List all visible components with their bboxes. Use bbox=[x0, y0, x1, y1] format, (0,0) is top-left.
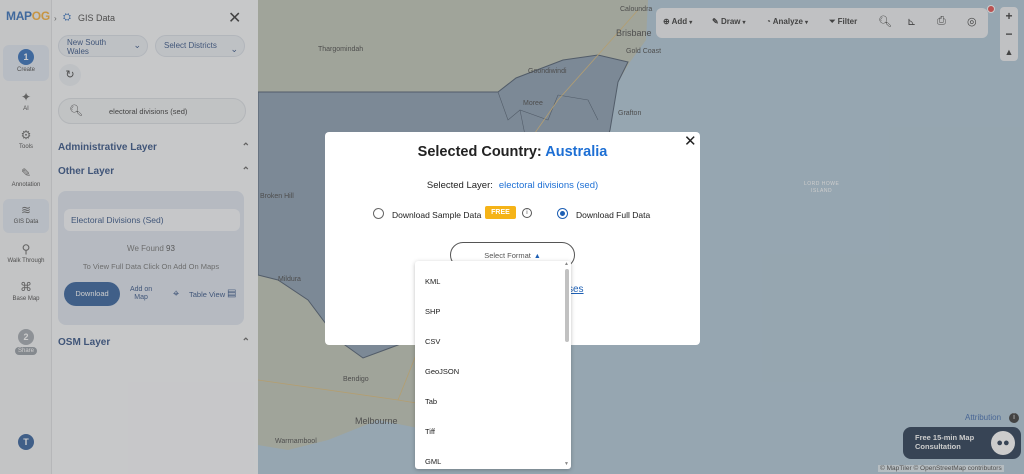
free-badge: FREE bbox=[485, 206, 516, 219]
scroll-up-icon[interactable]: ▲ bbox=[564, 261, 569, 267]
sample-data-label[interactable]: Download Sample Data bbox=[392, 210, 481, 220]
format-select-placeholder: Select Format bbox=[484, 251, 531, 260]
format-option-csv[interactable]: CSV bbox=[425, 337, 440, 346]
selected-country: Australia bbox=[545, 144, 608, 160]
full-data-label[interactable]: Download Full Data bbox=[576, 210, 650, 220]
format-dropdown-list: KML SHP CSV GeoJSON Tab Tiff GML ▲ ▼ bbox=[415, 261, 571, 469]
scrollbar-thumb[interactable] bbox=[565, 269, 569, 342]
caret-up-icon: ▲ bbox=[533, 253, 541, 260]
format-option-gml[interactable]: GML bbox=[425, 457, 441, 466]
format-option-geojson[interactable]: GeoJSON bbox=[425, 367, 459, 376]
format-option-tiff[interactable]: Tiff bbox=[425, 427, 435, 436]
scroll-down-icon[interactable]: ▼ bbox=[564, 461, 569, 467]
sample-data-radio[interactable] bbox=[373, 208, 384, 219]
selected-layer: Selected Layer: electoral divisions (sed) bbox=[426, 180, 599, 191]
format-option-tab[interactable]: Tab bbox=[425, 397, 437, 406]
info-icon[interactable]: i bbox=[522, 208, 532, 218]
selected-layer-value: electoral divisions (sed) bbox=[498, 180, 599, 191]
full-data-radio[interactable] bbox=[557, 208, 568, 219]
dialog-title: Selected Country: Australia bbox=[417, 144, 608, 160]
format-option-kml[interactable]: KML bbox=[425, 277, 440, 286]
format-option-shp[interactable]: SHP bbox=[425, 307, 440, 316]
